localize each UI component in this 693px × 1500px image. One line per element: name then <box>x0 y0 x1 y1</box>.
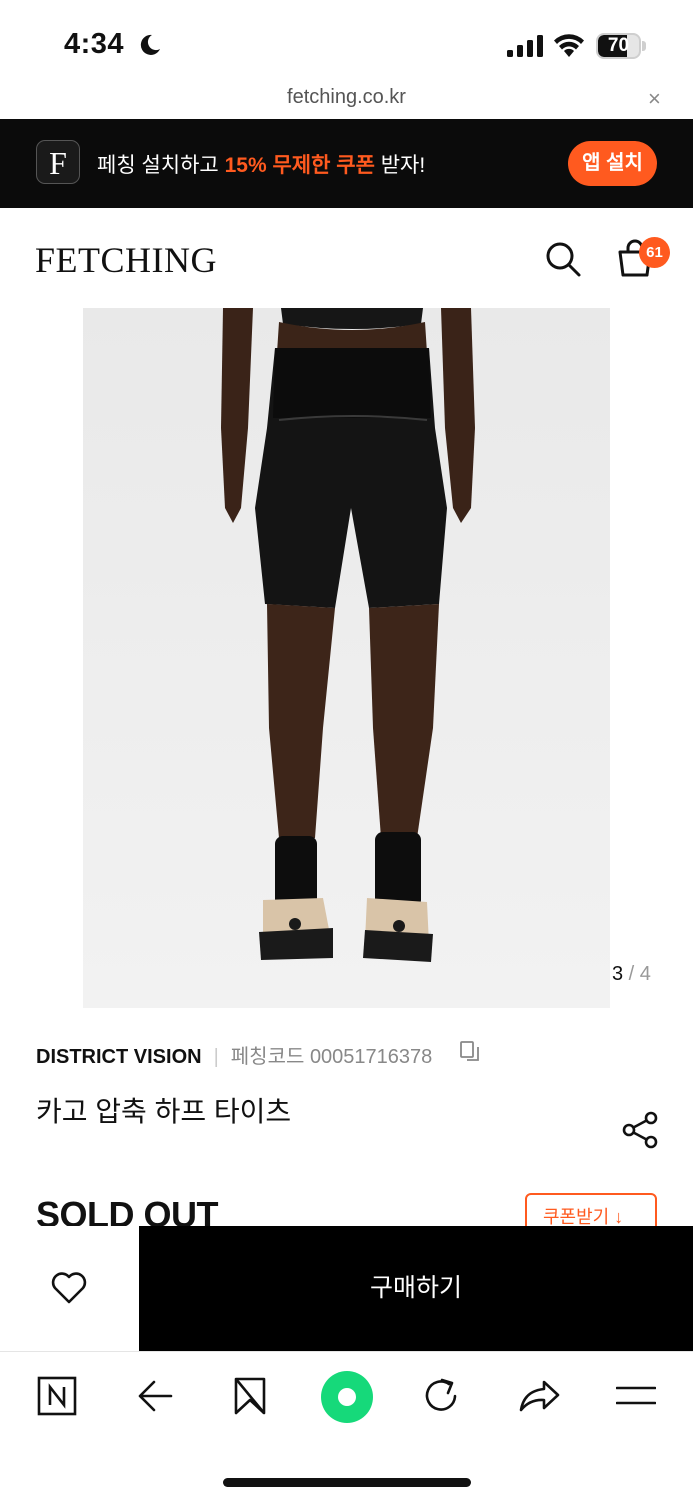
app-install-banner[interactable]: F 페칭 설치하고 15% 무제한 쿠폰 받자! 앱 설치 <box>0 119 693 208</box>
brand-row: DISTRICT VISION | 페칭코드 00051716378 <box>36 1040 432 1069</box>
banner-text-end: 받자! <box>374 154 426 177</box>
browser-toolbar <box>0 1351 693 1500</box>
moon-icon <box>140 34 160 55</box>
brand-separator: | <box>213 1046 219 1068</box>
wifi-icon <box>554 34 584 57</box>
battery-level: 70 <box>607 35 630 56</box>
product-image[interactable] <box>83 308 610 1008</box>
buy-bar: 구매하기 <box>0 1226 693 1351</box>
cart-count-badge: 61 <box>639 237 670 268</box>
image-counter: 3 / 4 <box>612 963 651 985</box>
product-code: 페칭코드 00051716378 <box>230 1046 433 1068</box>
battery-icon: 70 <box>596 33 646 59</box>
status-bar: 4:34 70 <box>0 0 693 80</box>
image-index: 3 <box>612 963 624 985</box>
refresh-icon[interactable] <box>422 1376 462 1416</box>
share-arrow-icon[interactable] <box>518 1378 560 1414</box>
banner-text: 페칭 설치하고 15% 무제한 쿠폰 받자! <box>97 149 425 179</box>
banner-text-start: 페칭 설치하고 <box>97 154 225 177</box>
green-dot-icon[interactable] <box>320 1370 374 1424</box>
url-bar[interactable]: fetching.co.kr × <box>0 80 693 118</box>
image-total: 4 <box>639 963 651 985</box>
share-icon[interactable] <box>622 1111 658 1149</box>
naver-home-icon[interactable] <box>37 1376 77 1416</box>
heart-icon <box>51 1272 87 1304</box>
product-photo <box>83 308 610 1008</box>
home-indicator[interactable] <box>223 1478 471 1487</box>
site-header: FETCHING 61 <box>0 208 693 308</box>
back-arrow-icon[interactable] <box>136 1378 174 1414</box>
banner-highlight: 15% 무제한 쿠폰 <box>224 154 375 177</box>
bookmark-icon[interactable] <box>232 1376 268 1416</box>
site-logo[interactable]: FETCHING <box>35 239 217 281</box>
search-icon[interactable] <box>544 240 582 278</box>
app-install-button[interactable]: 앱 설치 <box>568 141 657 186</box>
menu-icon[interactable] <box>616 1385 656 1407</box>
buy-button[interactable]: 구매하기 <box>139 1226 693 1351</box>
signal-icon <box>507 35 543 57</box>
brand-name[interactable]: DISTRICT VISION <box>36 1046 202 1068</box>
app-icon: F <box>36 140 80 184</box>
wishlist-button[interactable] <box>0 1250 139 1351</box>
url-text[interactable]: fetching.co.kr <box>0 86 693 109</box>
status-time: 4:34 <box>64 28 125 60</box>
copy-icon[interactable] <box>459 1040 481 1062</box>
close-icon[interactable]: × <box>648 86 661 112</box>
product-title: 카고 압축 하프 타이츠 <box>36 1096 292 1127</box>
